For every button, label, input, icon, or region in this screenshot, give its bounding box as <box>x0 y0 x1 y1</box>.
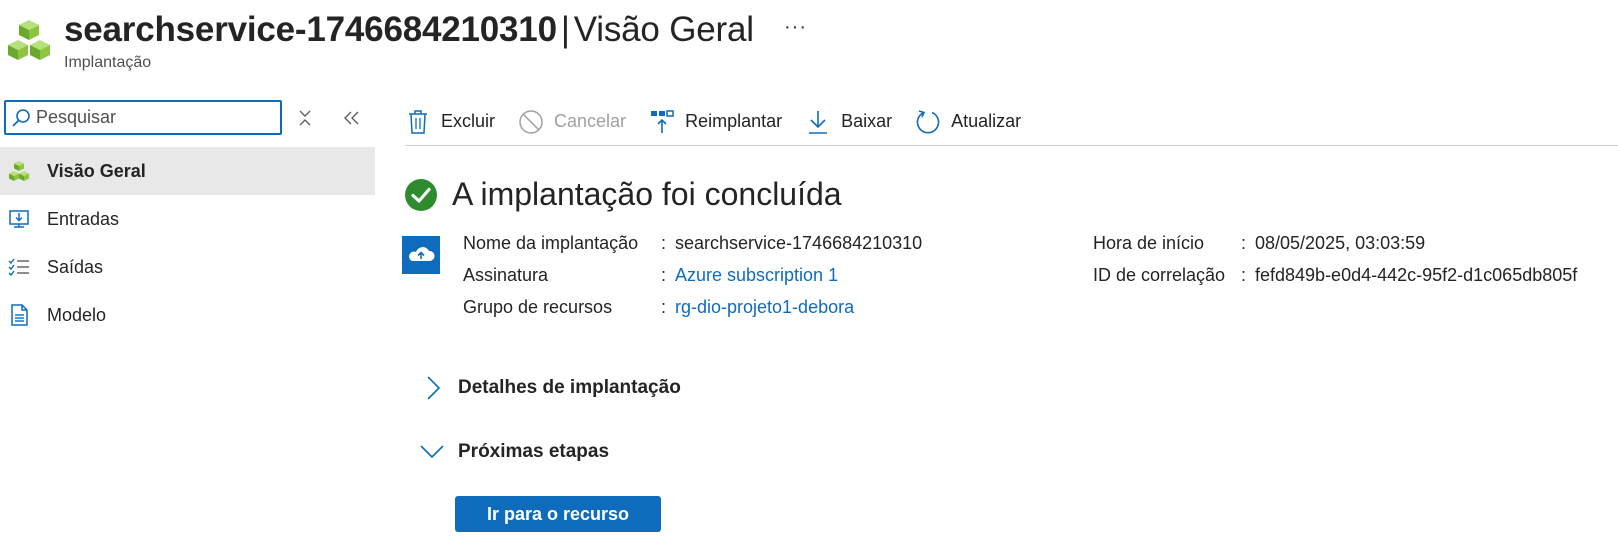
subscription-row: Assinatura : Azure subscription 1 <box>463 265 963 289</box>
sidebar-item-label: Modelo <box>47 304 107 325</box>
deployment-cloud-icon <box>402 236 440 274</box>
deployment-status: A implantação foi concluída <box>404 176 842 213</box>
deployment-details-toggle[interactable]: Detalhes de implantação <box>420 376 681 400</box>
correlation-id-value: fefd849b-e0d4-442c-95f2-d1c065db805f <box>1255 265 1578 285</box>
download-icon <box>805 109 831 135</box>
redeploy-label: Reimplantar <box>685 111 783 131</box>
inputs-icon <box>8 208 30 230</box>
cancel-icon <box>518 109 544 135</box>
refresh-icon <box>915 109 941 135</box>
next-steps-label: Próximas etapas <box>458 441 610 462</box>
colon: : <box>1241 265 1247 285</box>
chevron-right-icon <box>420 376 444 400</box>
sidebar-item-saidas[interactable]: Saídas <box>0 243 375 291</box>
outputs-icon <box>8 256 30 278</box>
command-bar: Excluir Cancelar Reimplantar Baixar Atua… <box>405 98 1618 146</box>
colon: : <box>661 265 667 285</box>
sidebar-item-visao-geral[interactable]: Visão Geral <box>0 147 375 195</box>
delete-label: Excluir <box>441 111 496 131</box>
sidebar-nav: Visão Geral Entradas Saídas Modelo <box>0 147 375 339</box>
deployment-name-label: Nome da implantação <box>463 233 639 253</box>
download-button[interactable]: Baixar <box>805 109 892 135</box>
page-subtitle: Implantação <box>64 54 152 71</box>
subscription-link[interactable]: Azure subscription 1 <box>675 265 838 286</box>
sidebar-item-modelo[interactable]: Modelo <box>0 291 375 339</box>
sidebar-item-label: Visão Geral <box>47 160 146 181</box>
page-title: searchservice-1746684210310 | Visão Geral <box>64 8 754 52</box>
sidebar-item-label: Saídas <box>47 256 104 277</box>
deployment-name-value: searchservice-1746684210310 <box>675 233 923 253</box>
refresh-button[interactable]: Atualizar <box>915 109 1021 135</box>
resource-group-label: Grupo de recursos <box>463 297 613 317</box>
download-label: Baixar <box>841 111 893 131</box>
go-to-resource-button[interactable]: Ir para o recurso <box>455 496 661 532</box>
more-options-button[interactable]: ··· <box>784 16 807 39</box>
search-input[interactable] <box>36 107 266 128</box>
deployment-details-label: Detalhes de implantação <box>458 377 681 398</box>
cubes-icon <box>8 160 30 182</box>
resource-group-row: Grupo de recursos : rg-dio-projeto1-debo… <box>463 297 963 321</box>
colon: : <box>661 297 667 317</box>
status-heading: A implantação foi concluída <box>452 176 842 212</box>
success-check-icon <box>405 178 437 211</box>
correlation-id-row: ID de correlação : fefd849b-e0d4-442c-95… <box>1093 265 1613 289</box>
sidebar-search <box>4 100 282 135</box>
deployment-name-row: Nome da implantação : searchservice-1746… <box>463 233 963 257</box>
page-name: Visão Geral <box>573 10 754 49</box>
chevron-down-icon <box>420 440 444 464</box>
next-steps-toggle[interactable]: Próximas etapas <box>420 440 609 464</box>
trash-icon <box>405 109 431 135</box>
start-time-value: 08/05/2025, 03:03:59 <box>1255 233 1426 253</box>
redeploy-button[interactable]: Reimplantar <box>649 109 782 135</box>
refresh-label: Atualizar <box>951 111 1022 131</box>
cubes-deployment-icon <box>8 20 50 60</box>
sidebar-item-entradas[interactable]: Entradas <box>0 195 375 243</box>
correlation-id-label: ID de correlação <box>1093 265 1226 285</box>
start-time-row: Hora de início : 08/05/2025, 03:03:59 <box>1093 233 1613 257</box>
resource-name: searchservice-1746684210310 <box>64 10 557 49</box>
colon: : <box>1241 233 1247 253</box>
resource-group-link[interactable]: rg-dio-projeto1-debora <box>675 297 854 318</box>
search-icon <box>6 103 36 133</box>
subscription-label: Assinatura <box>463 265 549 285</box>
template-icon <box>8 304 30 326</box>
cancel-button[interactable]: Cancelar <box>518 109 626 135</box>
start-time-label: Hora de início <box>1093 233 1205 253</box>
title-separator: | <box>560 10 570 49</box>
sidebar-item-label: Entradas <box>47 208 120 229</box>
delete-button[interactable]: Excluir <box>405 109 495 135</box>
clear-search-icon[interactable] <box>296 108 314 128</box>
colon: : <box>661 233 667 253</box>
cancel-label: Cancelar <box>554 111 627 131</box>
redeploy-icon <box>649 109 675 135</box>
collapse-sidebar-icon[interactable] <box>342 108 362 128</box>
